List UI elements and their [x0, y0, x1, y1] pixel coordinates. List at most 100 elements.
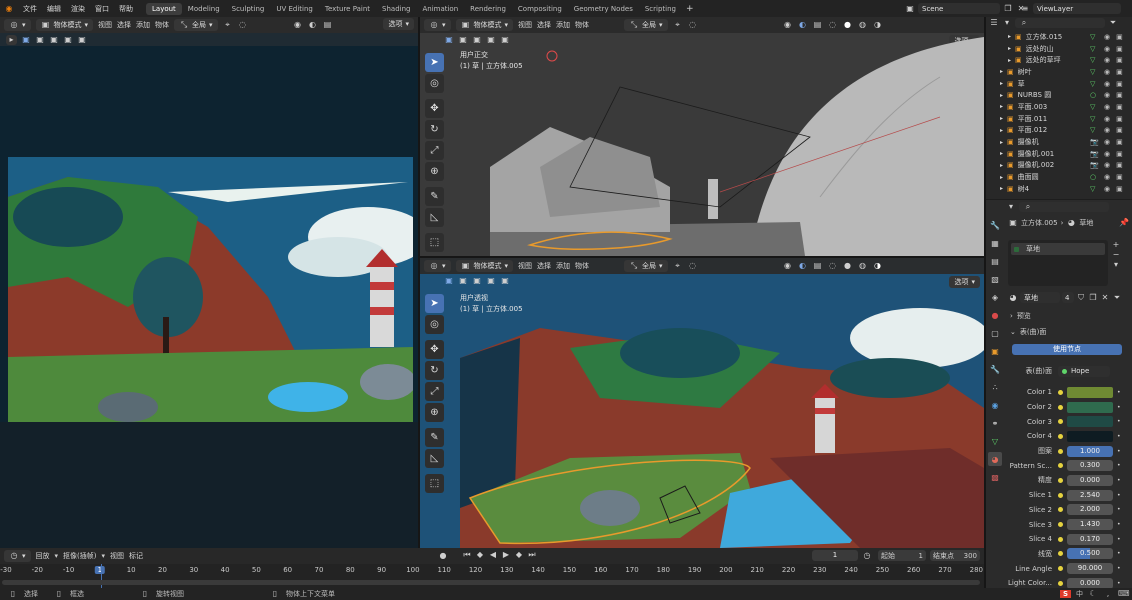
visibility-eye-icon[interactable]: ◉: [1104, 103, 1110, 111]
copy-icon[interactable]: ❐: [1003, 4, 1013, 14]
camera-render-icon[interactable]: ▣: [1116, 80, 1123, 88]
ime-indicator[interactable]: 中: [1076, 589, 1083, 599]
scale-tool-button[interactable]: ⤢: [425, 382, 444, 401]
socket-icon[interactable]: [1058, 536, 1063, 542]
outliner-item[interactable]: ▸ ▣ 远处的山 ▽ ◉ ▣: [986, 43, 1132, 55]
solid-shading-icon[interactable]: ●: [843, 261, 853, 271]
number-field[interactable]: 0.500: [1067, 548, 1113, 560]
outliner-item[interactable]: ▸ ▣ 平面.003 ▽ ◉ ▣: [986, 101, 1132, 113]
keyframe-dot-icon[interactable]: •: [1117, 506, 1121, 513]
wireframe-shading-icon[interactable]: ◌: [828, 261, 838, 271]
cursor-tool-button[interactable]: ◎: [425, 315, 444, 334]
keyboard-icon[interactable]: ⌨: [1118, 589, 1130, 599]
output-tab-icon[interactable]: ▤: [988, 254, 1002, 268]
ime-logo-icon[interactable]: S: [1059, 590, 1071, 598]
move-tool-button[interactable]: ✥: [425, 99, 444, 118]
bottom-viewport[interactable]: ◎ ▾ ▣ 物体模式 ▾ 视图 选择 添加 物体 ⤡ 全局 ▾ ⌖ ◌ ◉ ◐ ▤ ◌ ●…: [420, 258, 984, 548]
bottom-editor-type-button[interactable]: ◎ ▾: [424, 260, 451, 272]
keyframe-dot-icon[interactable]: •: [1117, 448, 1121, 455]
visibility-eye-icon[interactable]: ◉: [1104, 138, 1110, 146]
app-menu-item[interactable]: 编辑: [42, 4, 66, 14]
preview-range-icon[interactable]: ◷: [862, 551, 872, 561]
visibility-eye-icon[interactable]: ◉: [1104, 126, 1110, 134]
socket-icon[interactable]: [1058, 419, 1063, 425]
socket-icon[interactable]: [1058, 566, 1063, 572]
scene-tab-icon[interactable]: ◈: [988, 290, 1002, 304]
visibility-eye-icon[interactable]: ◉: [1104, 185, 1110, 193]
expand-arrow-icon[interactable]: ▸: [1000, 150, 1003, 157]
keyframe-dot-icon[interactable]: •: [1117, 418, 1121, 425]
camera-render-icon[interactable]: ▣: [1116, 126, 1123, 134]
number-field[interactable]: 2.540: [1067, 489, 1113, 501]
jump-start-icon[interactable]: ⏮: [462, 550, 472, 560]
bottom-options-dropdown[interactable]: 选项 ▾: [949, 276, 980, 288]
app-menu-item[interactable]: 渲染: [66, 4, 90, 14]
annotate-tool-button[interactable]: ✎: [425, 428, 444, 447]
keyframe-dot-icon[interactable]: •: [1117, 492, 1121, 499]
select-box-icon[interactable]: ▣: [444, 276, 454, 286]
measure-tool-button[interactable]: ◺: [425, 208, 444, 227]
outliner-item[interactable]: ▸ ▣ 摄像机.001 📷 ◉ ▣: [986, 148, 1132, 160]
material-slots-list[interactable]: 草地: [1008, 240, 1108, 286]
outliner-item[interactable]: ▸ ▣ 草 ▽ ◉ ▣: [986, 78, 1132, 90]
outliner-item[interactable]: ▸ ▣ 树叶 ▽ ◉ ▣: [986, 66, 1132, 78]
expand-arrow-icon[interactable]: ▸: [1008, 45, 1011, 52]
play-icon[interactable]: ▶: [501, 550, 511, 560]
timeline-menu-keying[interactable]: 抠像(插帧): [63, 551, 96, 561]
view-layer-tab-icon[interactable]: ▧: [988, 272, 1002, 286]
visibility-eye-icon[interactable]: ◉: [1104, 33, 1110, 41]
left-menu-object[interactable]: 物体: [155, 20, 169, 30]
object-tab-icon[interactable]: ▣: [988, 344, 1002, 358]
viewlayer-field[interactable]: ViewLayer: [1033, 3, 1121, 14]
area-divider[interactable]: [984, 17, 986, 588]
punctuation-icon[interactable]: ,: [1103, 589, 1113, 599]
number-field[interactable]: 90.000: [1067, 563, 1113, 575]
visibility-eye-icon[interactable]: ◉: [1104, 68, 1110, 76]
bottom-transform-dropdown[interactable]: ⤡ 全局 ▾: [624, 260, 668, 272]
visibility-eye-icon[interactable]: ◉: [1104, 150, 1110, 158]
outliner-item[interactable]: ▸ ▣ 树4 ▽ ◉ ▣: [986, 183, 1132, 195]
overlay-icon[interactable]: ◐: [798, 261, 808, 271]
rotate-tool-button[interactable]: ↻: [425, 120, 444, 139]
expand-arrow-icon[interactable]: ▸: [1000, 174, 1003, 181]
socket-icon[interactable]: [1058, 389, 1063, 395]
annotate-tool-button[interactable]: ✎: [425, 187, 444, 206]
camera-render-icon[interactable]: ▣: [1116, 173, 1123, 181]
expand-arrow-icon[interactable]: ▸: [1000, 68, 1003, 75]
expand-arrow-icon[interactable]: ▸: [1000, 92, 1003, 99]
bottom-menu-add[interactable]: 添加: [556, 261, 570, 271]
overlay-icon[interactable]: ◐: [308, 20, 318, 30]
socket-icon[interactable]: [1058, 522, 1063, 528]
socket-icon[interactable]: [1058, 448, 1063, 454]
workspace-tab[interactable]: Rendering: [464, 3, 512, 15]
timeline-ruler[interactable]: -30 -20 -10 1 10 20 30 40 50 60 70 80 90 100 110 120 130…: [0, 564, 986, 578]
workspace-tab[interactable]: Geometry Nodes: [568, 3, 639, 15]
surface-shader-field[interactable]: Hope: [1058, 365, 1110, 377]
socket-icon[interactable]: [1058, 433, 1063, 439]
socket-icon[interactable]: [1058, 492, 1063, 498]
xray-icon[interactable]: ▤: [323, 20, 333, 30]
outliner-icon[interactable]: ☰: [989, 18, 999, 28]
outliner-item[interactable]: ▸ ▣ 曲面圆 ○ ◉ ▣: [986, 171, 1132, 183]
workspace-tab[interactable]: Scripting: [639, 3, 682, 15]
socket-icon[interactable]: [1058, 507, 1063, 513]
left-editor-type-button[interactable]: ◎ ▾: [4, 19, 31, 31]
workspace-tab[interactable]: Shading: [376, 3, 416, 15]
outliner-item[interactable]: ▸ ▣ 摄像机 📷 ◉ ▣: [986, 136, 1132, 148]
jump-end-icon[interactable]: ⏭: [527, 550, 537, 560]
left-menu-view[interactable]: 视图: [98, 20, 112, 30]
material-slot[interactable]: 草地: [1011, 243, 1105, 255]
proportional-icon[interactable]: ◌: [688, 261, 698, 271]
expand-arrow-icon[interactable]: ▸: [1000, 127, 1003, 134]
keyframe-dot-icon[interactable]: •: [1117, 521, 1121, 528]
select-extend-icon[interactable]: ▣: [458, 276, 468, 286]
properties-search-input[interactable]: ⌕: [1019, 202, 1109, 212]
left-viewport[interactable]: ◎ ▾ ▣ 物体模式 ▾ 视图 选择 添加 物体 ⤡ 全局 ▾ ⌖ ◌ ◉ ◐ ▤ ▸ ▣…: [0, 17, 418, 548]
bottom-menu-select[interactable]: 选择: [537, 261, 551, 271]
expand-arrow-icon[interactable]: ▸: [1000, 115, 1003, 122]
play-reverse-icon[interactable]: ◀: [488, 550, 498, 560]
app-menu-item[interactable]: 文件: [18, 4, 42, 14]
properties-editor-icon[interactable]: ▾: [1006, 202, 1016, 212]
add-workspace-button[interactable]: +: [686, 4, 694, 14]
remove-slot-icon[interactable]: −: [1111, 250, 1121, 260]
